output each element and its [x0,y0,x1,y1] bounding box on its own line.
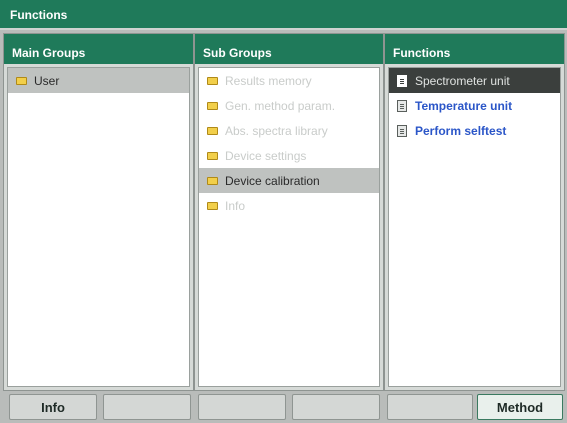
sub-group-item-device-calibration[interactable]: Device calibration [199,168,379,193]
sub-group-item-gen-method-param[interactable]: Gen. method param. [199,93,379,118]
document-icon [395,74,409,87]
sub-groups-panel: Sub Groups Results memory Gen. method pa… [194,33,384,391]
folder-icon [205,101,219,110]
main-group-item-label: User [34,73,60,88]
info-button[interactable]: Info [9,394,97,420]
window-title-bar: Functions [0,0,567,30]
sub-groups-list: Results memory Gen. method param. Abs. s… [198,67,380,387]
function-item-label: Perform selftest [415,123,507,138]
softkey-2-button[interactable] [103,394,191,420]
document-icon [395,124,409,137]
folder-icon [205,176,219,185]
sub-group-item-info[interactable]: Info [199,193,379,218]
functions-panel: Functions Spectrometer unit Temperature … [384,33,565,391]
softkey-3-button[interactable] [198,394,286,420]
function-item-spectrometer-unit[interactable]: Spectrometer unit [389,68,560,93]
sub-groups-header: Sub Groups [195,34,383,64]
sub-group-item-label: Device calibration [225,173,320,188]
sub-group-item-label: Device settings [225,148,307,163]
main-groups-header: Main Groups [4,34,193,64]
function-item-perform-selftest[interactable]: Perform selftest [389,118,560,143]
function-item-label: Temperature unit [415,98,513,113]
sub-group-item-label: Gen. method param. [225,98,336,113]
folder-icon [205,201,219,210]
softkey-5-button[interactable] [387,394,473,420]
functions-header: Functions [385,34,564,64]
folder-icon [205,126,219,135]
sub-group-item-label: Results memory [225,73,312,88]
sub-group-item-device-settings[interactable]: Device settings [199,143,379,168]
sub-group-item-results-memory[interactable]: Results memory [199,68,379,93]
sub-group-item-label: Abs. spectra library [225,123,328,138]
method-button[interactable]: Method [477,394,563,420]
document-icon [395,99,409,112]
folder-icon [14,76,28,85]
main-groups-panel: Main Groups User [3,33,194,391]
sub-group-item-abs-spectra-library[interactable]: Abs. spectra library [199,118,379,143]
softkey-4-button[interactable] [292,394,380,420]
function-item-temperature-unit[interactable]: Temperature unit [389,93,560,118]
folder-icon [205,151,219,160]
main-group-item-user[interactable]: User [8,68,189,93]
functions-list: Spectrometer unit Temperature unit Perfo… [388,67,561,387]
main-groups-list: User [7,67,190,387]
folder-icon [205,76,219,85]
sub-group-item-label: Info [225,198,246,213]
window-title: Functions [10,8,68,22]
function-item-label: Spectrometer unit [415,73,510,88]
